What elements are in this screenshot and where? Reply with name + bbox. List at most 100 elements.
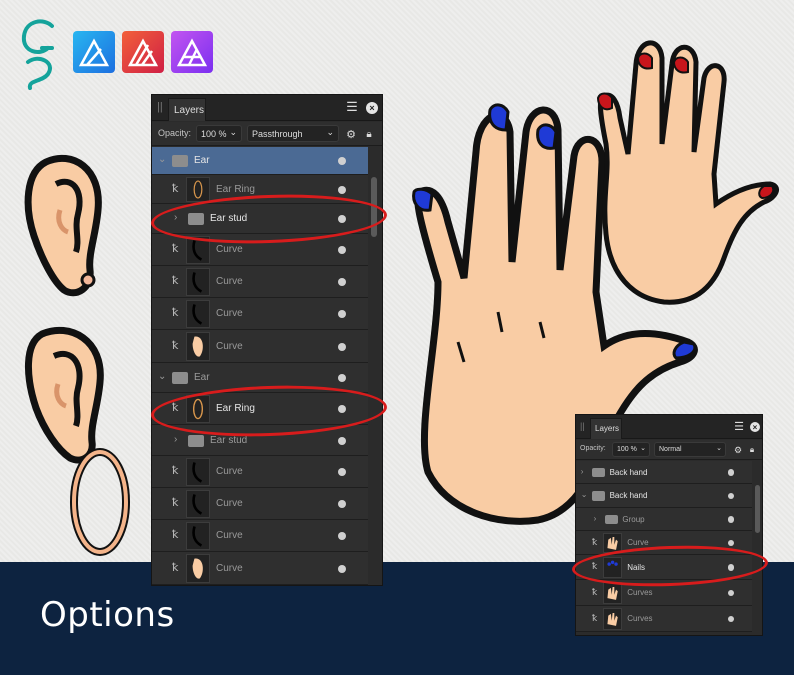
visibility-dot[interactable] xyxy=(728,516,735,523)
blend-mode-select[interactable]: Normal ⌄ xyxy=(654,442,726,457)
visibility-dot[interactable] xyxy=(338,436,346,445)
layers-panel-right: || Layers ☰ × Opacity: 100 % ⌄ Normal ⌄ … xyxy=(575,414,763,636)
layer-row[interactable]: ꝁ Curve xyxy=(152,266,368,298)
photo-icon xyxy=(171,31,213,73)
back-hand-illustration xyxy=(596,40,779,305)
chevron-right-icon[interactable]: › xyxy=(581,467,584,476)
panel-header: || Layers ☰ × xyxy=(576,415,762,439)
opacity-select[interactable]: 100 % ⌄ xyxy=(196,125,242,142)
fx-icon[interactable]: ꝁ xyxy=(172,306,178,319)
folder-icon xyxy=(592,491,605,501)
visibility-dot[interactable] xyxy=(338,532,346,540)
lock-icon[interactable]: 🔒︎ xyxy=(363,127,375,141)
folder-icon xyxy=(188,434,204,447)
fx-icon[interactable]: ꝁ xyxy=(172,464,178,477)
visibility-dot[interactable] xyxy=(338,564,346,573)
layer-row[interactable]: ꝁ Curve xyxy=(152,488,368,520)
ear-stud-illustration xyxy=(24,154,102,297)
layer-row[interactable]: ꝁ Curves xyxy=(576,606,752,632)
gs-logo-icon xyxy=(21,19,54,90)
chevron-down-icon: ⌄ xyxy=(640,445,646,452)
layer-name: Curve xyxy=(216,530,243,541)
lock-icon[interactable]: 🔒︎ xyxy=(747,444,757,456)
fx-icon[interactable]: ꝁ xyxy=(172,528,178,541)
fx-icon[interactable]: ꝁ xyxy=(172,242,178,255)
fx-icon[interactable]: ꝁ xyxy=(172,274,178,287)
layer-name: Back hand xyxy=(609,467,648,477)
tab-layers[interactable]: Layers xyxy=(168,98,206,121)
chevron-down-icon[interactable]: ⌄ xyxy=(158,154,166,165)
layer-thumbnail xyxy=(603,582,623,604)
layer-thumbnail xyxy=(186,458,210,486)
layer-row[interactable]: ꝁ Curve xyxy=(152,298,368,330)
layer-name: Curves xyxy=(627,614,653,624)
layer-name: Ear xyxy=(194,155,210,166)
layer-name: Curve xyxy=(216,276,243,287)
drag-grip-icon[interactable]: || xyxy=(157,101,163,113)
chevron-down-icon: ⌄ xyxy=(229,127,237,137)
visibility-dot[interactable] xyxy=(338,500,346,508)
fx-icon[interactable]: ꝁ xyxy=(592,613,597,624)
gear-icon[interactable]: ⚙ xyxy=(344,127,358,141)
fx-icon[interactable]: ꝁ xyxy=(172,496,178,509)
tab-layers[interactable]: Layers xyxy=(590,418,622,439)
fx-icon[interactable]: ꝁ xyxy=(172,339,178,352)
visibility-dot[interactable] xyxy=(338,342,346,351)
visibility-dot[interactable] xyxy=(338,310,346,318)
blend-mode-select[interactable]: Passthrough ⌄ xyxy=(247,125,339,142)
chevron-right-icon[interactable]: › xyxy=(174,434,177,445)
options-bar: Opacity: 100 % ⌄ Normal ⌄ ⚙ 🔒︎ xyxy=(576,440,762,460)
layer-row[interactable]: ⌄ Back hand xyxy=(576,484,752,508)
options-bar: Opacity: 100 % ⌄ Passthrough ⌄ ⚙ 🔒︎ xyxy=(152,122,382,146)
layer-thumbnail xyxy=(186,522,210,550)
layer-row[interactable]: ꝁ Curve xyxy=(152,330,368,363)
layer-name: Ear xyxy=(194,372,210,383)
blend-mode-value: Passthrough xyxy=(252,129,303,139)
fx-icon[interactable]: ꝁ xyxy=(592,587,597,598)
layer-row[interactable]: ꝁ Curve xyxy=(152,520,368,552)
folder-icon xyxy=(172,155,188,167)
layer-name: Ear Ring xyxy=(216,183,255,195)
visibility-dot[interactable] xyxy=(728,492,735,500)
panel-menu-icon[interactable]: ☰ xyxy=(733,420,745,433)
gear-icon[interactable]: ⚙ xyxy=(732,444,744,456)
layer-row[interactable]: › Group xyxy=(576,508,752,531)
layer-thumbnail xyxy=(603,608,623,630)
visibility-dot[interactable] xyxy=(338,374,346,382)
visibility-dot[interactable] xyxy=(728,469,735,476)
fx-icon[interactable]: ꝁ xyxy=(172,182,178,195)
chevron-right-icon[interactable]: › xyxy=(594,514,597,523)
scrollbar-thumb[interactable] xyxy=(755,485,760,533)
visibility-dot[interactable] xyxy=(728,615,735,623)
visibility-dot[interactable] xyxy=(338,246,346,254)
layer-row[interactable]: › Back hand xyxy=(576,461,752,484)
close-icon[interactable]: × xyxy=(750,422,760,432)
visibility-dot[interactable] xyxy=(338,468,346,476)
visibility-dot[interactable] xyxy=(338,157,346,165)
layer-row[interactable]: ꝁ Curve xyxy=(152,552,368,585)
layer-row[interactable]: ꝁ Curve xyxy=(152,456,368,488)
publisher-icon xyxy=(122,31,164,73)
layer-name: Back hand xyxy=(609,491,648,501)
chevron-down-icon[interactable]: ⌄ xyxy=(581,490,588,499)
drag-grip-icon[interactable]: || xyxy=(580,421,585,431)
fx-icon[interactable]: ꝁ xyxy=(172,561,178,574)
opacity-value: 100 % xyxy=(201,129,227,139)
layer-thumbnail xyxy=(186,177,210,202)
visibility-dot[interactable] xyxy=(338,185,346,194)
panel-menu-icon[interactable]: ☰ xyxy=(345,99,359,114)
opacity-label: Opacity: xyxy=(158,128,192,138)
layer-thumbnail xyxy=(186,300,210,328)
layer-name: Curve xyxy=(216,244,243,255)
layer-row[interactable]: ⌄ Ear xyxy=(152,147,368,175)
chevron-down-icon[interactable]: ⌄ xyxy=(158,371,166,382)
layer-name: Curve xyxy=(216,308,243,319)
fx-icon[interactable]: ꝁ xyxy=(592,537,597,548)
layer-name: Curves xyxy=(627,588,653,598)
visibility-dot[interactable] xyxy=(728,539,735,547)
opacity-select[interactable]: 100 % ⌄ xyxy=(612,442,650,457)
close-icon[interactable]: × xyxy=(366,102,378,114)
visibility-dot[interactable] xyxy=(338,278,346,286)
layer-thumbnail xyxy=(186,490,210,518)
visibility-dot[interactable] xyxy=(728,589,735,597)
